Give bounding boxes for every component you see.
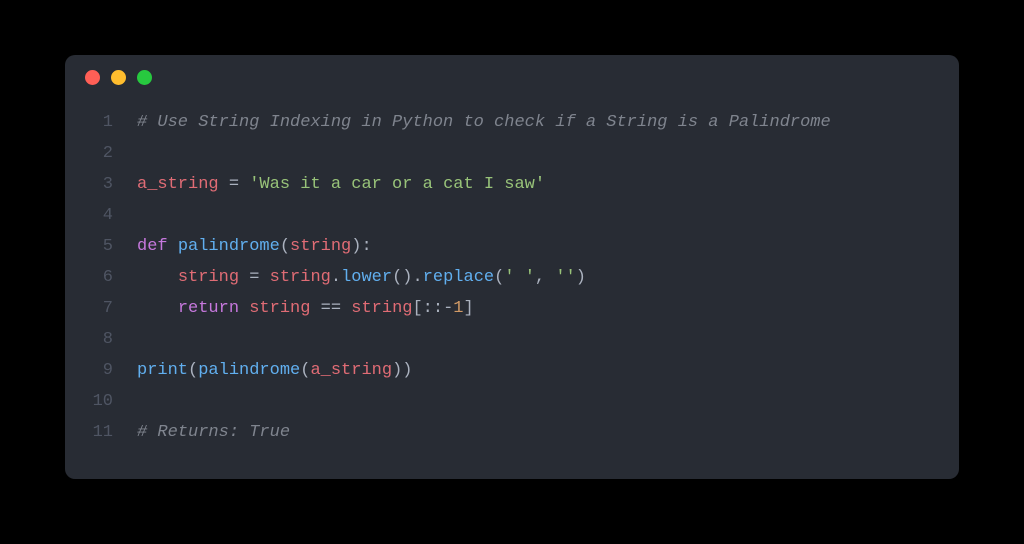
code-token: (: [494, 268, 504, 287]
code-token: [::: [412, 299, 443, 318]
code-token: )): [392, 361, 412, 380]
line-number: 7: [65, 293, 137, 324]
code-line: 4: [65, 200, 959, 231]
code-token: string: [290, 237, 351, 256]
code-token: lower: [341, 268, 392, 287]
code-content: # Returns: True: [137, 417, 290, 448]
code-line: 7 return string == string[::-1]: [65, 293, 959, 324]
code-token: replace: [423, 268, 494, 287]
code-line: 11# Returns: True: [65, 417, 959, 448]
code-token: ,: [535, 268, 555, 287]
code-content: return string == string[::-1]: [137, 293, 474, 324]
code-token: # Use String Indexing in Python to check…: [137, 113, 831, 132]
line-number: 10: [65, 386, 137, 417]
code-line: 8: [65, 324, 959, 355]
line-number: 4: [65, 200, 137, 231]
minimize-icon[interactable]: [111, 70, 126, 85]
code-editor: 1# Use String Indexing in Python to chec…: [65, 99, 959, 448]
code-token: 'Was it a car or a cat I saw': [249, 175, 545, 194]
code-token: =: [239, 268, 270, 287]
code-token: (: [280, 237, 290, 256]
code-line: 6 string = string.lower().replace(' ', '…: [65, 262, 959, 293]
code-token: '': [555, 268, 575, 287]
code-line: 5def palindrome(string):: [65, 231, 959, 262]
code-line: 10: [65, 386, 959, 417]
code-token: ' ': [504, 268, 535, 287]
code-line: 3a_string = 'Was it a car or a cat I saw…: [65, 169, 959, 200]
code-token: ):: [351, 237, 371, 256]
line-number: 1: [65, 107, 137, 138]
maximize-icon[interactable]: [137, 70, 152, 85]
code-token: [137, 268, 178, 287]
window-titlebar: [65, 55, 959, 99]
line-number: 8: [65, 324, 137, 355]
code-token: return: [178, 299, 239, 318]
code-content: # Use String Indexing in Python to check…: [137, 107, 831, 138]
code-token: ().: [392, 268, 423, 287]
code-line: 1# Use String Indexing in Python to chec…: [65, 107, 959, 138]
code-token: 1: [453, 299, 463, 318]
code-content: string = string.lower().replace(' ', ''): [137, 262, 586, 293]
code-token: ==: [310, 299, 351, 318]
code-token: (: [300, 361, 310, 380]
code-token: a_string: [137, 175, 219, 194]
code-token: .: [331, 268, 341, 287]
code-content: print(palindrome(a_string)): [137, 355, 412, 386]
code-token: ]: [464, 299, 474, 318]
code-line: 9print(palindrome(a_string)): [65, 355, 959, 386]
code-token: [239, 299, 249, 318]
close-icon[interactable]: [85, 70, 100, 85]
line-number: 9: [65, 355, 137, 386]
code-token: string: [178, 268, 239, 287]
code-token: print: [137, 361, 188, 380]
code-token: a_string: [310, 361, 392, 380]
code-token: ): [576, 268, 586, 287]
code-token: (: [188, 361, 198, 380]
code-window: 1# Use String Indexing in Python to chec…: [65, 55, 959, 479]
line-number: 6: [65, 262, 137, 293]
code-content: def palindrome(string):: [137, 231, 372, 262]
code-token: palindrome: [198, 361, 300, 380]
line-number: 11: [65, 417, 137, 448]
line-number: 2: [65, 138, 137, 169]
code-token: def: [137, 237, 178, 256]
code-token: string: [270, 268, 331, 287]
code-token: string: [249, 299, 310, 318]
code-token: [137, 299, 178, 318]
code-content: a_string = 'Was it a car or a cat I saw': [137, 169, 545, 200]
line-number: 3: [65, 169, 137, 200]
code-token: -: [443, 299, 453, 318]
code-line: 2: [65, 138, 959, 169]
code-token: string: [351, 299, 412, 318]
code-token: =: [219, 175, 250, 194]
line-number: 5: [65, 231, 137, 262]
code-token: palindrome: [178, 237, 280, 256]
code-token: # Returns: True: [137, 423, 290, 442]
